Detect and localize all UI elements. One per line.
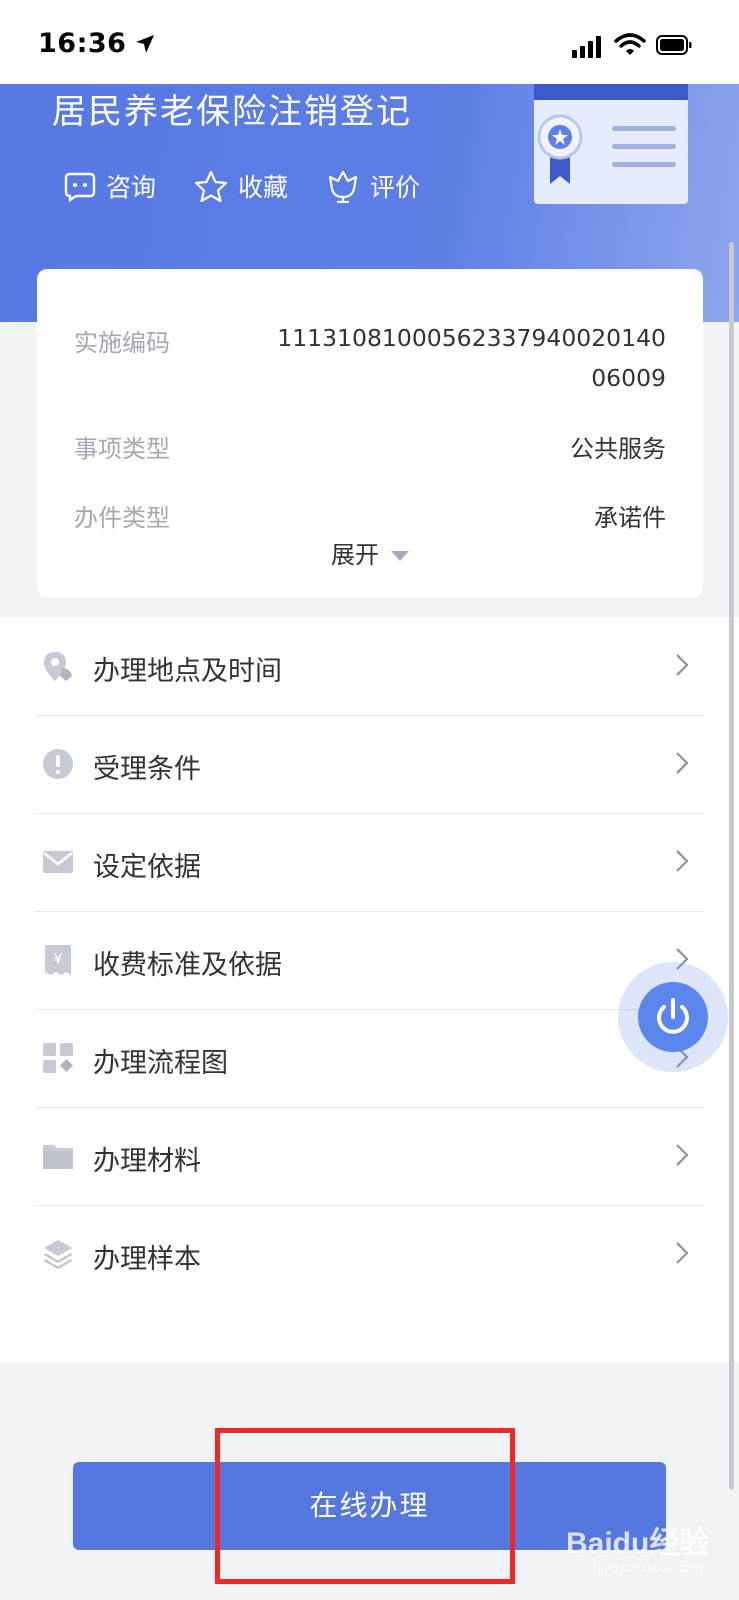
cellular-signal-icon — [572, 36, 601, 58]
menu-label: 办理材料 — [93, 1146, 201, 1177]
status-bar: 16:36 — [0, 0, 739, 84]
flowchart-icon — [43, 1043, 73, 1073]
menu-item-fees[interactable]: ¥ 收费标准及依据 — [35, 911, 705, 1010]
menu-label: 设定依据 — [93, 852, 201, 883]
floating-action-button[interactable] — [618, 962, 728, 1072]
info-label: 事项类型 — [74, 435, 170, 463]
chevron-right-icon — [676, 752, 689, 774]
menu-label: 办理地点及时间 — [93, 656, 282, 687]
menu-item-flowchart[interactable]: 办理流程图 — [35, 1009, 705, 1108]
caret-down-icon — [391, 551, 409, 561]
expand-label: 展开 — [331, 541, 379, 569]
info-value: 承诺件 — [594, 504, 666, 532]
flower-icon — [328, 170, 358, 203]
consult-button[interactable]: 咨询 — [64, 168, 156, 204]
menu-label: 办理流程图 — [93, 1048, 228, 1079]
consult-label: 咨询 — [106, 173, 157, 202]
menu-item-location-time[interactable]: 办理地点及时间 — [35, 617, 705, 716]
expand-toggle[interactable]: 展开 — [37, 535, 703, 570]
menu-item-materials[interactable]: 办理材料 — [35, 1107, 705, 1206]
status-time: 16:36 — [38, 28, 127, 59]
chat-icon — [64, 172, 96, 202]
menu-label: 受理条件 — [93, 754, 201, 785]
chevron-right-icon — [676, 1242, 689, 1264]
menu-label: 收费标准及依据 — [93, 950, 282, 981]
favorite-label: 收藏 — [238, 173, 289, 202]
folder-icon — [43, 1145, 73, 1169]
info-value: 11131081000562337940020140 06009 — [277, 324, 666, 392]
baidu-watermark: Baidu经验 jingyan.baidu.com — [566, 1518, 709, 1575]
menu-label: 办理样本 — [93, 1244, 201, 1275]
info-label: 办件类型 — [74, 504, 170, 532]
info-label: 实施编码 — [74, 329, 170, 357]
page-title: 居民养老保险注销登记 — [52, 92, 412, 132]
yuan-receipt-icon: ¥ — [45, 945, 71, 975]
power-icon — [657, 998, 689, 1034]
menu-item-basis[interactable]: 设定依据 — [35, 813, 705, 912]
watermark-brand: Baidu经验 — [566, 1527, 710, 1560]
info-value: 公共服务 — [570, 435, 666, 463]
battery-icon — [656, 35, 692, 55]
exclamation-icon — [43, 749, 73, 779]
favorite-button[interactable]: 收藏 — [194, 168, 288, 204]
watermark-url: jingyan.baidu.com — [598, 1560, 703, 1575]
star-icon — [194, 170, 228, 202]
layers-icon — [44, 1240, 72, 1269]
certificate-illustration — [534, 84, 688, 204]
banner-actions: 咨询 收藏 评价 — [64, 168, 420, 204]
rate-button[interactable]: 评价 — [326, 168, 420, 204]
scrollbar[interactable] — [729, 242, 734, 1490]
chevron-right-icon — [676, 654, 689, 676]
location-arrow-icon — [136, 35, 154, 53]
wifi-icon — [614, 33, 646, 55]
menu-item-samples[interactable]: 办理样本 — [35, 1205, 705, 1303]
chevron-right-icon — [676, 1144, 689, 1166]
floating-action-inner — [638, 982, 708, 1052]
menu-item-conditions[interactable]: 受理条件 — [35, 715, 705, 814]
rate-label: 评价 — [370, 173, 421, 202]
svg-text:¥: ¥ — [53, 950, 63, 968]
location-pin-icon — [44, 652, 72, 681]
envelope-icon — [43, 851, 73, 873]
item-info-card: 实施编码 11131081000562337940020140 06009 事项… — [37, 269, 703, 597]
chevron-right-icon — [676, 850, 689, 872]
